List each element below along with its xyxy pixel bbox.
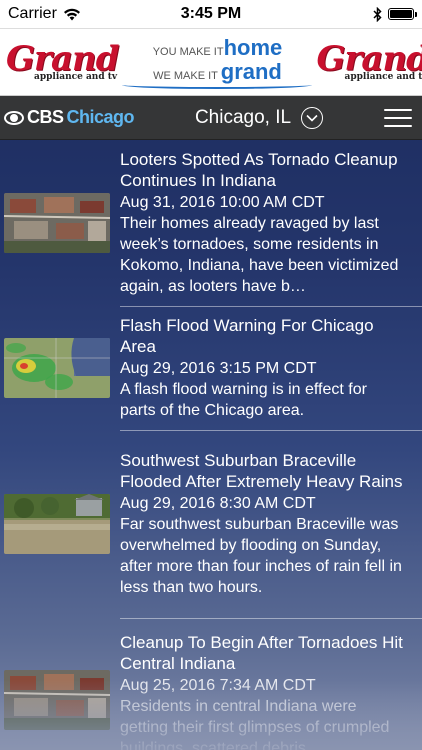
- nav-bar: CBS Chicago Chicago, IL: [0, 96, 422, 140]
- battery-icon: [388, 8, 417, 20]
- ad-tagline-line1: YOU MAKE IThome: [153, 35, 283, 61]
- status-left: Carrier: [8, 5, 81, 23]
- article-headline: Cleanup To Begin After Tornadoes Hit Cen…: [120, 633, 403, 673]
- ad-banner[interactable]: Grand appliance and tv YOU MAKE IThome W…: [0, 28, 422, 96]
- cbs-eye-icon: [4, 110, 24, 125]
- ad-logo-left-sub: appliance and tv: [34, 72, 118, 82]
- article-item[interactable]: Flash Flood Warning For Chicago Area Aug…: [0, 306, 422, 430]
- article-item[interactable]: Cleanup To Begin After Tornadoes Hit Cen…: [0, 618, 422, 750]
- status-bar: Carrier 3:45 PM: [0, 0, 422, 28]
- chevron-down-circle-icon: [301, 106, 324, 129]
- article-item[interactable]: Southwest Suburban Braceville Flooded Af…: [0, 430, 422, 618]
- article-text: Southwest Suburban Braceville Flooded Af…: [120, 450, 422, 598]
- ad-logo-right-word: Grand: [316, 39, 422, 79]
- article-headline: Southwest Suburban Braceville Flooded Af…: [120, 451, 403, 491]
- ad-tagline-line1-big: home: [223, 35, 283, 60]
- article-summary: Residents in central Indiana were gettin…: [120, 698, 390, 750]
- cbs-chicago-logo[interactable]: CBS Chicago: [4, 107, 135, 128]
- wifi-icon: [63, 8, 80, 20]
- article-thumbnail: [4, 338, 110, 398]
- article-date: Aug 29, 2016 8:30 AM CDT: [120, 495, 316, 512]
- article-date: Aug 29, 2016 3:15 PM CDT: [120, 360, 317, 377]
- ad-tagline-line1-small: YOU MAKE IT: [152, 46, 224, 58]
- article-text: Cleanup To Begin After Tornadoes Hit Cen…: [120, 632, 422, 750]
- battery-level: [390, 10, 412, 18]
- hamburger-menu-icon[interactable]: [384, 108, 412, 127]
- article-thumbnail: [4, 670, 110, 730]
- ad-swoosh: [122, 81, 313, 89]
- article-headline: Looters Spotted As Tornado Cleanup Conti…: [120, 150, 398, 190]
- location-label: Chicago, IL: [194, 106, 292, 128]
- news-feed[interactable]: Looters Spotted As Tornado Cleanup Conti…: [0, 140, 422, 750]
- cbs-city-text: Chicago: [66, 107, 135, 127]
- article-summary: Their homes already ravaged by last week…: [120, 215, 399, 295]
- ad-logo-left[interactable]: Grand appliance and tv: [6, 39, 119, 82]
- article-summary: Far southwest suburban Braceville was ov…: [120, 516, 402, 596]
- article-thumbnail: [4, 193, 110, 253]
- article-headline: Flash Flood Warning For Chicago Area: [120, 316, 374, 356]
- carrier-label: Carrier: [8, 5, 57, 22]
- article-date: Aug 31, 2016 10:00 AM CDT: [120, 194, 325, 211]
- status-right: [373, 6, 417, 22]
- ad-logo-right-sub: appliance and tv: [344, 72, 422, 82]
- ad-tagline: YOU MAKE IThome WE MAKE IT grand: [118, 35, 316, 89]
- article-summary: A flash flood warning is in effect for p…: [120, 381, 367, 419]
- ad-logo-left-word: Grand: [6, 39, 119, 79]
- article-date: Aug 25, 2016 7:34 AM CDT: [120, 677, 316, 694]
- location-selector[interactable]: Chicago, IL: [194, 106, 324, 129]
- ad-logo-right[interactable]: Grand appliance and tv: [316, 42, 422, 82]
- article-text: Flash Flood Warning For Chicago Area Aug…: [120, 315, 422, 421]
- article-thumbnail: [4, 494, 110, 554]
- bluetooth-icon: [373, 6, 382, 22]
- cbs-brand-text: CBS: [27, 107, 64, 127]
- article-item[interactable]: Looters Spotted As Tornado Cleanup Conti…: [0, 140, 422, 306]
- article-text: Looters Spotted As Tornado Cleanup Conti…: [120, 149, 422, 297]
